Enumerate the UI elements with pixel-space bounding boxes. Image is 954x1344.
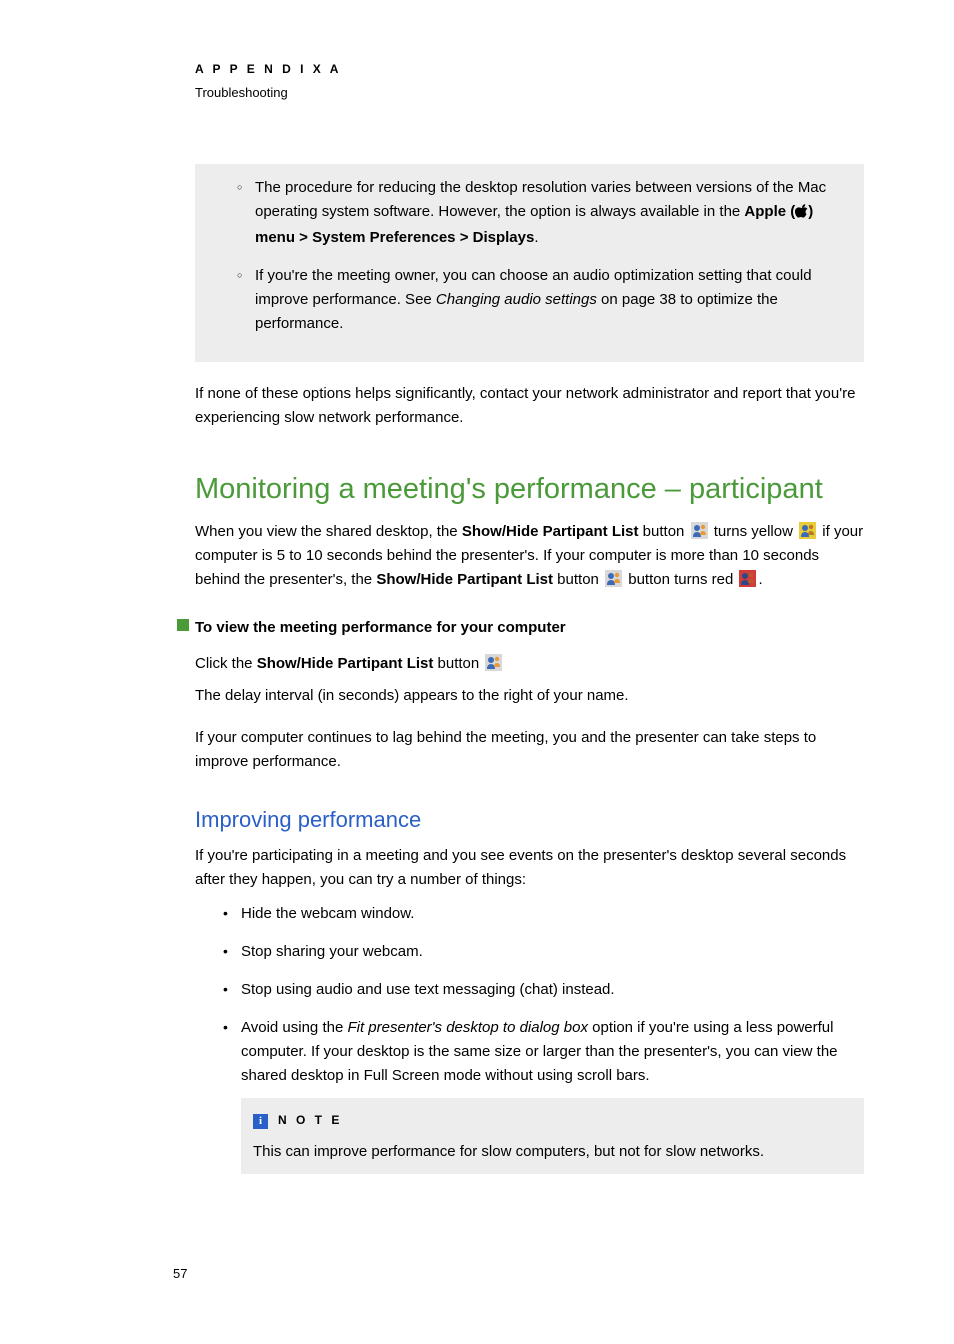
para: If your computer continues to lag behind… [195, 726, 864, 774]
text: When you view the shared desktop, the [195, 523, 462, 540]
text: Click the [195, 655, 257, 672]
tip-box: The procedure for reducing the desktop r… [195, 164, 864, 362]
text: turns yellow [710, 523, 798, 540]
text: . [534, 229, 538, 246]
note-box: i N O T E This can improve performance fo… [241, 1098, 864, 1174]
text: button turns red [624, 571, 737, 588]
para: When you view the shared desktop, the Sh… [195, 520, 864, 592]
sub-title: Improving performance [195, 802, 864, 837]
section-title: Monitoring a meeting's performance – par… [195, 466, 864, 512]
list-item: Avoid using the Fit presenter's desktop … [223, 1016, 864, 1174]
text: . [758, 571, 762, 588]
participant-list-red-icon [739, 570, 756, 587]
text: Avoid using the [241, 1019, 347, 1036]
task-text: To view the meeting performance for your… [195, 619, 566, 636]
text-bold: Show/Hide Partipant List [257, 655, 434, 672]
participant-list-icon [691, 522, 708, 539]
task-heading: To view the meeting performance for your… [177, 616, 864, 640]
info-icon: i [253, 1114, 268, 1129]
para: The delay interval (in seconds) appears … [195, 684, 864, 708]
appendix-header: A P P E N D I X A [195, 60, 864, 79]
note-label: N O T E [278, 1113, 342, 1127]
task-marker-icon [177, 619, 189, 631]
tip-item: The procedure for reducing the desktop r… [237, 176, 850, 250]
participant-list-icon [605, 570, 622, 587]
list-item: Hide the webcam window. [223, 902, 864, 926]
text-bold: Show/Hide Partipant List [462, 523, 639, 540]
text-bold: Apple ( [744, 203, 795, 220]
para: If none of these options helps significa… [195, 382, 864, 430]
list-item: Stop sharing your webcam. [223, 940, 864, 964]
note-header: iN O T E [253, 1108, 852, 1132]
apple-icon [795, 202, 808, 226]
participant-list-icon [485, 654, 502, 671]
note-body: This can improve performance for slow co… [253, 1140, 852, 1164]
list-item: Stop using audio and use text messaging … [223, 978, 864, 1002]
text: button [639, 523, 689, 540]
text-bold: Show/Hide Partipant List [376, 571, 553, 588]
text: button [553, 571, 603, 588]
para: Click the Show/Hide Partipant List butto… [195, 652, 864, 676]
text: button [433, 655, 483, 672]
text-italic: Fit presenter's desktop to dialog box [347, 1019, 588, 1036]
tip-item: If you're the meeting owner, you can cho… [237, 264, 850, 336]
text: The procedure for reducing the desktop r… [255, 179, 826, 220]
appendix-sub: Troubleshooting [195, 83, 864, 104]
page-number: 57 [173, 1264, 864, 1285]
para: If you're participating in a meeting and… [195, 844, 864, 892]
text-italic: Changing audio settings [436, 291, 597, 308]
bullet-list: Hide the webcam window. Stop sharing you… [223, 902, 864, 1174]
participant-list-yellow-icon [799, 522, 816, 539]
